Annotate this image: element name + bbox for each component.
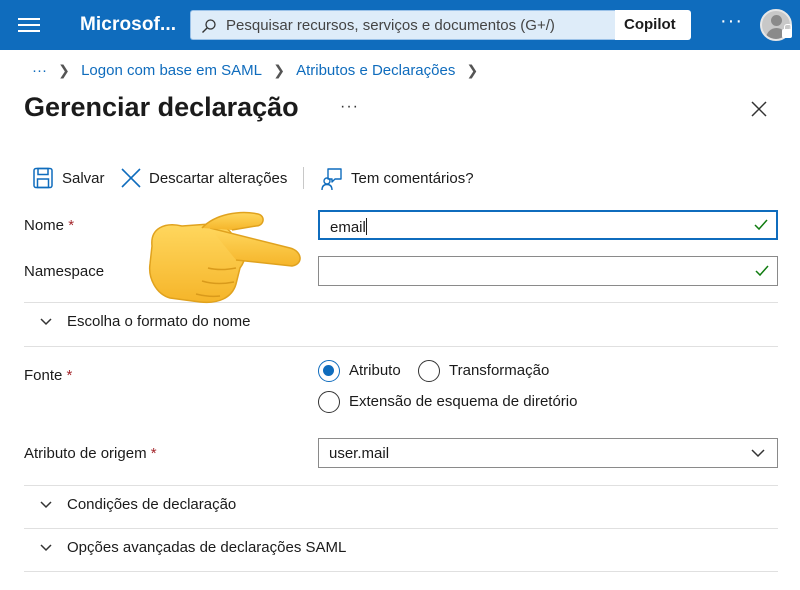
divider xyxy=(24,346,778,347)
chevron-right-icon: ❯ xyxy=(58,61,70,78)
checkmark-icon xyxy=(754,219,768,231)
radio-unselected-icon xyxy=(318,391,340,413)
lock-icon xyxy=(782,24,792,38)
radio-unselected-icon xyxy=(418,360,440,382)
copilot-button[interactable]: Copilot xyxy=(615,10,691,40)
radio-attribute-label: Atributo xyxy=(349,362,401,379)
name-value: email xyxy=(330,219,366,236)
name-label: Nome * xyxy=(24,217,75,234)
radio-transformation-label: Transformação xyxy=(449,362,550,379)
divider xyxy=(24,571,778,572)
feedback-icon xyxy=(321,168,342,191)
radio-selected-icon xyxy=(318,360,340,382)
name-format-section[interactable]: Escolha o formato do nome xyxy=(24,308,778,340)
chevron-down-icon xyxy=(751,449,765,458)
checkmark-icon xyxy=(755,265,769,277)
search-icon xyxy=(202,19,216,33)
radio-directory-extension-label: Extensão de esquema de diretório xyxy=(349,393,578,410)
save-icon xyxy=(33,167,53,189)
discard-label: Descartar alterações xyxy=(149,170,288,187)
name-input[interactable]: email xyxy=(318,210,778,240)
chevron-down-icon xyxy=(40,501,52,509)
source-attribute-label: Atributo de origem * xyxy=(24,445,157,462)
pointing-hand-icon xyxy=(148,211,301,304)
title-more-icon[interactable]: ··· xyxy=(340,98,359,116)
claim-conditions-label: Condições de declaração xyxy=(67,496,237,513)
breadcrumb-item-attributes[interactable]: Atributos e Declarações xyxy=(296,62,455,79)
divider xyxy=(24,302,778,303)
chevron-down-icon xyxy=(40,544,52,552)
source-attribute-dropdown[interactable]: user.mail xyxy=(318,438,778,468)
page-title: Gerenciar declaração xyxy=(24,92,299,122)
save-label: Salvar xyxy=(62,170,105,187)
toolbar-divider xyxy=(303,167,304,189)
breadcrumb-item-saml[interactable]: Logon com base em SAML xyxy=(81,62,262,79)
source-label: Fonte * xyxy=(24,367,73,384)
name-format-label: Escolha o formato do nome xyxy=(67,313,251,330)
chevron-down-icon xyxy=(40,318,52,326)
source-attribute-value: user.mail xyxy=(329,445,390,462)
feedback-label: Tem comentários? xyxy=(351,170,474,187)
chevron-right-icon: ❯ xyxy=(273,61,285,78)
hamburger-icon[interactable] xyxy=(18,15,40,35)
more-options-icon[interactable]: ··· xyxy=(720,10,743,33)
command-bar: Salvar Descartar alterações Tem comentár… xyxy=(0,163,800,195)
namespace-label: Namespace xyxy=(24,263,105,280)
close-icon xyxy=(121,168,141,188)
divider xyxy=(24,528,778,529)
divider xyxy=(24,485,778,486)
search-box[interactable]: Pesquisar recursos, serviços e documento… xyxy=(190,10,615,40)
advanced-options-section[interactable]: Opções avançadas de declarações SAML xyxy=(24,534,778,566)
search-placeholder: Pesquisar recursos, serviços e documento… xyxy=(226,17,555,34)
top-bar: Microsof... Pesquisar recursos, serviços… xyxy=(0,0,800,50)
portal-brand[interactable]: Microsof... xyxy=(80,14,176,36)
breadcrumb: ··· ❯ Logon com base em SAML ❯ Atributos… xyxy=(32,61,485,79)
advanced-options-label: Opções avançadas de declarações SAML xyxy=(67,539,347,556)
close-icon[interactable] xyxy=(750,100,768,118)
chevron-right-icon: ❯ xyxy=(466,61,479,78)
namespace-input[interactable] xyxy=(318,256,778,286)
claim-conditions-section[interactable]: Condições de declaração xyxy=(24,491,778,523)
breadcrumb-overflow[interactable]: ··· xyxy=(32,62,47,79)
